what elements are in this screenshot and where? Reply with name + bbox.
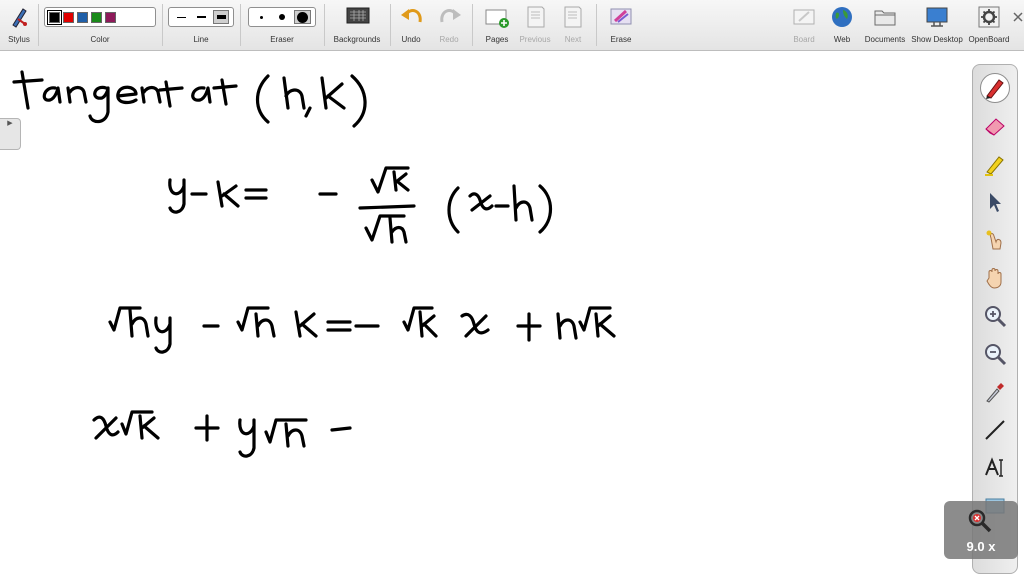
color-group: Color — [44, 0, 156, 50]
undo-label: Undo — [401, 35, 421, 44]
backgrounds-button[interactable]: Backgrounds — [330, 0, 384, 50]
window-close-button[interactable] — [1012, 0, 1024, 50]
pages-button[interactable]: Pages — [480, 0, 514, 50]
add-page-icon — [485, 9, 509, 28]
zoom-indicator: 9.0 x — [944, 501, 1018, 559]
ink-line-partial-equation — [92, 410, 352, 458]
main-toolbar: Stylus Color Line Eraser Backgrounds Und… — [0, 0, 1024, 51]
tool-palette — [972, 64, 1018, 574]
line-medium-button[interactable] — [193, 10, 209, 24]
globe-icon — [832, 7, 852, 27]
line-thin-button[interactable] — [173, 10, 189, 24]
redo-label: Redo — [439, 35, 459, 44]
stylus-button[interactable]: Stylus — [4, 0, 34, 50]
hand-icon — [986, 268, 1002, 289]
next-button[interactable]: Next — [556, 0, 590, 50]
highlighter-icon — [985, 156, 1004, 176]
hand-tool[interactable] — [980, 263, 1010, 293]
thumbnails-arrow-icon: ▶ — [7, 120, 13, 127]
gear-icon — [978, 6, 1000, 28]
pipette-icon — [986, 383, 1004, 403]
eraser-large-button[interactable] — [293, 10, 312, 24]
backgrounds-icon — [346, 7, 370, 24]
redo-button[interactable]: Redo — [434, 0, 464, 50]
show-desktop-button[interactable]: Show Desktop — [910, 0, 964, 50]
eraser-tool[interactable] — [980, 111, 1010, 141]
text-icon — [985, 457, 1003, 477]
ink-line-tangent-at-hk — [12, 70, 367, 128]
whiteboard-canvas[interactable]: ▶ — [0, 51, 1024, 576]
selector-tool[interactable] — [980, 187, 1010, 217]
eraser-label: Eraser — [270, 35, 294, 44]
web-label: Web — [833, 35, 851, 44]
previous-page-icon — [527, 6, 545, 28]
show-desktop-label: Show Desktop — [911, 35, 963, 44]
eraser-icon — [985, 118, 1005, 136]
desktop-icon — [926, 7, 948, 27]
backgrounds-label: Backgrounds — [333, 35, 381, 44]
previous-button[interactable]: Previous — [516, 0, 554, 50]
line-icon — [985, 420, 1005, 440]
pointer-icon — [990, 193, 1001, 212]
board-button[interactable]: Board — [788, 0, 820, 50]
undo-icon — [401, 9, 422, 23]
web-button[interactable]: Web — [826, 0, 858, 50]
laser-pointer-tool[interactable] — [980, 225, 1010, 255]
color-swatch-black[interactable] — [47, 9, 62, 25]
next-page-icon — [564, 6, 582, 28]
line-label: Line — [193, 35, 209, 44]
board-label: Board — [793, 35, 815, 44]
openboard-menu-button[interactable]: OpenBoard — [966, 0, 1012, 50]
stylus-label: Stylus — [8, 35, 30, 44]
zoom-level-text: 9.0 x — [966, 539, 996, 554]
eraser-medium-button[interactable] — [273, 10, 290, 24]
zoom-in-icon — [985, 306, 1007, 328]
color-swatch-green[interactable] — [91, 11, 102, 23]
close-icon — [1013, 12, 1023, 22]
eraser-size-picker — [248, 7, 316, 27]
documents-label: Documents — [864, 35, 906, 44]
undo-button[interactable]: Undo — [396, 0, 426, 50]
handwriting-strokes — [12, 70, 616, 458]
erase-all-button[interactable]: Erase — [604, 0, 638, 50]
folder-icon — [874, 10, 896, 26]
zoom-out-tool[interactable] — [980, 339, 1010, 369]
line-tool[interactable] — [980, 415, 1010, 445]
zoom-out-icon — [985, 344, 1007, 366]
color-swatch-blue[interactable] — [77, 11, 88, 23]
eraser-small-button[interactable] — [253, 10, 270, 24]
line-thick-button[interactable] — [213, 10, 229, 24]
board-icon — [793, 9, 815, 25]
pen-tool[interactable] — [980, 73, 1010, 103]
previous-label: Previous — [519, 35, 551, 44]
highlighter-tool[interactable] — [980, 149, 1010, 179]
ink-line-tangent-equation — [168, 166, 553, 244]
documents-button[interactable]: Documents — [862, 0, 908, 50]
line-width-picker — [168, 7, 234, 27]
pipette-tool[interactable] — [980, 377, 1010, 407]
pen-icon — [986, 79, 1004, 99]
redo-icon — [440, 9, 461, 23]
stylus-icon — [12, 8, 27, 28]
erase-label: Erase — [610, 35, 632, 44]
pages-label: Pages — [485, 35, 509, 44]
page-thumbnails-toggle[interactable]: ▶ — [0, 118, 21, 150]
ink-line-expanded-equation — [108, 306, 616, 354]
color-label: Color — [90, 35, 110, 44]
next-label: Next — [564, 35, 582, 44]
color-swatch-purple[interactable] — [105, 11, 116, 23]
text-tool[interactable] — [980, 453, 1010, 483]
color-swatch-red[interactable] — [63, 11, 74, 23]
laser-icon — [986, 230, 1002, 250]
zoom-in-tool[interactable] — [980, 301, 1010, 331]
magnifier-icon — [968, 509, 992, 533]
openboard-label: OpenBoard — [968, 35, 1010, 44]
eraser-group: Eraser — [248, 0, 316, 50]
erase-all-icon — [610, 8, 632, 25]
color-picker — [44, 7, 156, 27]
line-group: Line — [168, 0, 234, 50]
